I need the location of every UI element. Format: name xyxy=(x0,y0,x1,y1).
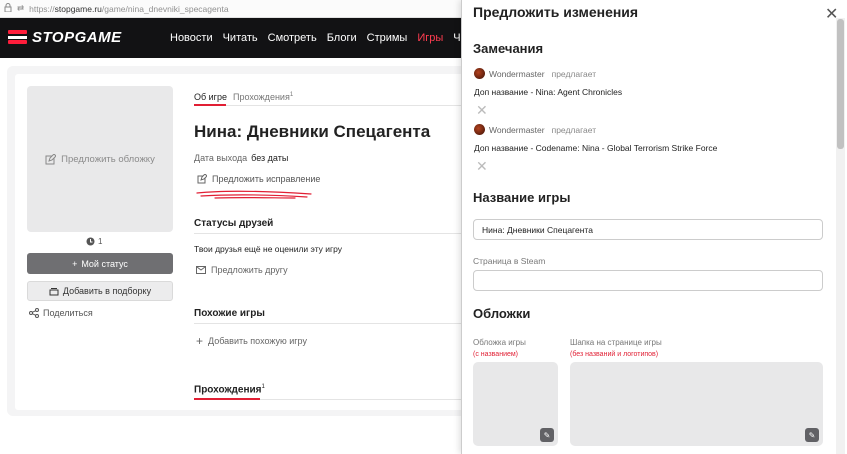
game-cover-note: (с названием) xyxy=(473,351,519,358)
suggest-fix-label: Предложить исправление xyxy=(212,174,321,184)
walkthroughs-heading: Прохождения1 xyxy=(194,384,265,395)
note-text: Доп название - Nina: Agent Chronicles xyxy=(474,87,623,97)
covers-heading: Обложки xyxy=(473,306,531,321)
suggest-friend-link[interactable]: Предложить другу xyxy=(196,265,288,275)
note-user: Wondermaster xyxy=(489,124,545,135)
game-name-heading: Название игры xyxy=(473,190,571,205)
banner-note: (без названий и логотипов) xyxy=(570,351,659,358)
my-status-button[interactable]: + Мой статус xyxy=(27,253,173,274)
note-verb: предлагает xyxy=(551,124,597,135)
game-name-input[interactable] xyxy=(473,219,823,240)
tracking-icon: ⇄ xyxy=(17,3,25,13)
nav-item[interactable]: Читать xyxy=(223,32,258,44)
url-text: https://stopgame.ru/game/nina_dnevniki_s… xyxy=(29,4,228,14)
mail-icon xyxy=(196,266,206,274)
my-status-label: Мой статус xyxy=(81,258,128,269)
suggest-friend-label: Предложить другу xyxy=(211,265,288,275)
friends-heading: Статусы друзей xyxy=(194,218,274,229)
game-cover-label: Обложка игры xyxy=(473,338,526,347)
cover-placeholder[interactable]: Предложить обложку xyxy=(27,86,173,232)
tab-walkthroughs[interactable]: Прохождения1 xyxy=(233,92,293,102)
release-value: без даты xyxy=(251,153,289,163)
tab-walkthroughs-badge: 1 xyxy=(289,92,294,98)
cover-counter: 1 xyxy=(86,237,102,246)
tab-walkthroughs-label: Прохождения xyxy=(232,92,290,102)
nav-item[interactable]: Стримы xyxy=(367,32,408,44)
add-to-collection-label: Добавить в подборку xyxy=(62,286,152,296)
note-user: Wondermaster xyxy=(489,68,545,79)
tab-about[interactable]: Об игре xyxy=(194,92,227,102)
main-nav: НовостиЧитатьСмотретьБлогиСтримыИгрыЧиты xyxy=(170,18,480,58)
game-cover-upload[interactable]: ✎ xyxy=(473,362,558,446)
site-logo[interactable]: STOPGAME xyxy=(7,27,122,47)
release-label: Дата выхода xyxy=(194,153,248,163)
tabs-divider xyxy=(194,105,464,106)
edit-icon[interactable]: ✎ xyxy=(540,428,554,442)
add-similar-game-link[interactable]: + Добавить похожую игру xyxy=(196,334,307,348)
url-domain: stopgame.ru xyxy=(54,3,102,14)
lock-icon xyxy=(4,3,12,14)
clock-icon xyxy=(86,237,95,246)
modal-title: Предложить изменения xyxy=(473,4,639,20)
walkthroughs-badge: 1 xyxy=(261,384,265,390)
walkthroughs-heading-label: Прохождения xyxy=(194,384,262,396)
nav-item[interactable]: Новости xyxy=(170,32,213,44)
banner-label: Шапка на странице игры xyxy=(570,338,662,347)
steam-page-input[interactable] xyxy=(473,270,823,291)
cover-count: 1 xyxy=(98,237,103,246)
notes-heading: Замечания xyxy=(473,41,544,56)
steam-page-label: Страница в Steam xyxy=(473,256,546,266)
share-button[interactable]: Поделиться xyxy=(29,308,93,318)
modal-scrollbar-thumb[interactable] xyxy=(837,19,844,149)
logo-mark-icon xyxy=(8,30,27,44)
similar-games-heading: Похожие игры xyxy=(194,308,265,319)
friends-text: Твои друзья ещё не оценили эту игру xyxy=(194,244,343,254)
note-author: Wondermaster предлагает xyxy=(474,124,596,135)
note-text: Доп название - Codename: Nina - Global T… xyxy=(474,143,718,153)
active-tab-underline xyxy=(194,104,226,106)
nav-item[interactable]: Игры xyxy=(417,32,443,44)
edit-icon xyxy=(45,153,57,164)
dismiss-note-icon[interactable]: ✕ xyxy=(476,159,488,173)
nav-item[interactable]: Смотреть xyxy=(268,32,317,44)
suggest-fix-link[interactable]: Предложить исправление xyxy=(197,174,320,184)
plus-icon: + xyxy=(72,258,78,269)
logo-wordmark: STOPGAME xyxy=(32,28,122,46)
walkthroughs-underline xyxy=(194,398,260,400)
share-label: Поделиться xyxy=(43,308,93,318)
game-tabs: Об игре Прохождения1 xyxy=(194,92,293,102)
game-title: Нина: Дневники Спецагента xyxy=(194,122,431,141)
nav-item[interactable]: Блоги xyxy=(327,32,357,44)
tab-about-label: Об игре xyxy=(194,92,227,102)
url-prefix: https:// xyxy=(29,3,55,14)
release-date: Дата выхода без даты xyxy=(194,153,288,163)
share-icon xyxy=(29,308,39,318)
add-similar-label: Добавить похожую игру xyxy=(208,336,307,346)
banner-upload[interactable]: ✎ xyxy=(570,362,823,446)
edit-icon[interactable]: ✎ xyxy=(805,428,819,442)
url-path: /game/nina_dnevniki_specagenta xyxy=(101,3,229,14)
add-to-collection-button[interactable]: Добавить в подборку xyxy=(27,281,173,301)
collection-icon xyxy=(49,287,59,295)
note-author: Wondermaster предлагает xyxy=(474,68,596,79)
dismiss-note-icon[interactable]: ✕ xyxy=(476,103,488,117)
avatar xyxy=(474,124,485,135)
note-verb: предлагает xyxy=(551,68,597,79)
edit-icon xyxy=(197,174,207,184)
avatar xyxy=(474,68,485,79)
red-scribble-annotation xyxy=(196,190,312,199)
plus-icon: + xyxy=(196,334,204,348)
friends-divider xyxy=(194,233,464,234)
suggest-cover-label: Предложить обложку xyxy=(61,153,155,165)
similar-divider xyxy=(194,323,464,324)
